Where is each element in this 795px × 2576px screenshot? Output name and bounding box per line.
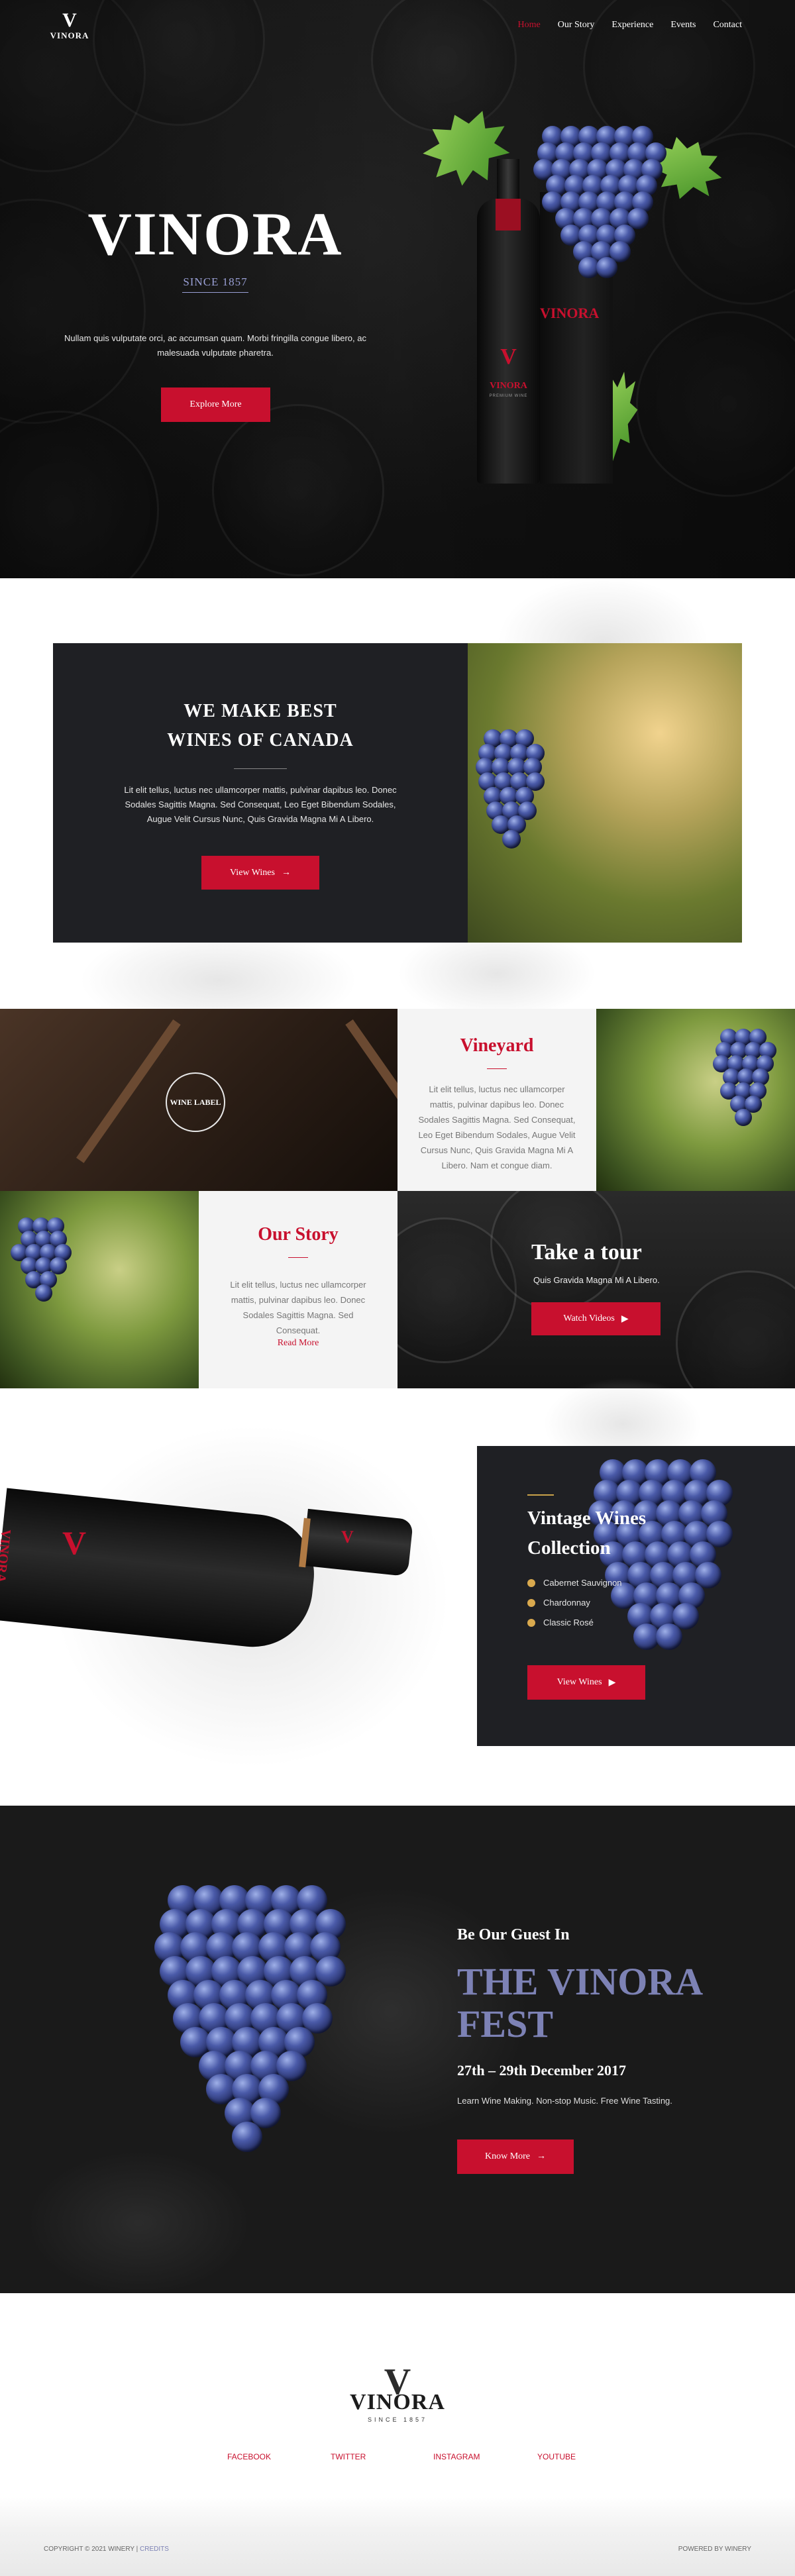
fest-guest-text: Be Our Guest In xyxy=(457,1926,570,1943)
our-story-text: Lit elit tellus, luctus nec ullamcorper … xyxy=(230,1280,366,1335)
view-wines-button[interactable]: View Wines → xyxy=(201,856,319,890)
social-link-twitter[interactable]: TWITTER xyxy=(331,2452,366,2461)
vintage-bottle-mark: V xyxy=(62,1524,87,1561)
play-icon: ▶ xyxy=(608,1677,616,1688)
powered-by-text: POWERED BY WINERY xyxy=(678,2546,751,2553)
our-story-title: Our Story xyxy=(258,1224,339,1245)
vineyard-divider xyxy=(487,1068,507,1069)
read-more-link[interactable]: Read More xyxy=(199,1338,398,1349)
play-icon: ▶ xyxy=(621,1314,629,1324)
vineyard-text: Lit elit tellus, luctus nec ullamcorper … xyxy=(418,1084,576,1170)
vineyard-title: Vineyard xyxy=(460,1035,534,1056)
vineyard-panel: Vineyard Lit elit tellus, luctus nec ull… xyxy=(398,1009,596,1191)
fest-description: Learn Wine Making. Non-stop Music. Free … xyxy=(457,2096,672,2106)
vintage-neck-mark: V xyxy=(341,1527,354,1547)
hero-title: VINORA xyxy=(87,200,343,268)
bottle-foil xyxy=(496,199,521,231)
brand-logo[interactable]: V VINORA xyxy=(46,11,93,41)
grape-vine-photo xyxy=(0,1191,199,1388)
our-story-panel: Our Story Lit elit tellus, luctus nec ul… xyxy=(199,1191,398,1388)
take-a-tour-title: Take a tour xyxy=(531,1240,642,1264)
bullet-icon xyxy=(527,1598,535,1607)
credits-link[interactable]: CREDITS xyxy=(140,2546,169,2553)
our-story-divider xyxy=(288,1257,308,1258)
nav-item-our-story[interactable]: Our Story xyxy=(558,20,595,30)
vintage-view-wines-button[interactable]: View Wines ▶ xyxy=(527,1665,645,1700)
hero-since: SINCE 1857 xyxy=(183,276,248,288)
grape-decor xyxy=(34,1284,52,1302)
footer-logo-wordmark: VINORA xyxy=(350,2390,445,2414)
bottle-label-caption: PREMIUM WINE xyxy=(489,394,528,398)
grape-decor xyxy=(734,1108,752,1126)
bottle-label-name: VINORA xyxy=(490,381,527,391)
logo-mark: V xyxy=(62,9,77,31)
social-link-instagram[interactable]: INSTAGRAM xyxy=(433,2452,480,2461)
nav-item-events[interactable]: Events xyxy=(670,20,696,30)
best-wines-title: WE MAKE BEST WINES OF CANADA xyxy=(167,701,354,750)
explore-more-button[interactable]: Explore More xyxy=(161,387,270,422)
fest-title: THE VINORA FEST xyxy=(457,1960,704,2045)
vintage-divider xyxy=(527,1494,554,1496)
bullet-icon xyxy=(527,1578,535,1587)
best-wines-divider xyxy=(234,768,287,769)
social-link-facebook[interactable]: FACEBOOK xyxy=(227,2452,271,2461)
hero-section: V VINORA Home Our Story Experience Event… xyxy=(0,0,795,578)
vintage-title: Vintage Wines Collection xyxy=(527,1508,647,1559)
main-nav: Home Our Story Experience Events Contact xyxy=(518,20,742,30)
nav-item-home[interactable]: Home xyxy=(518,20,541,30)
take-a-tour-panel: Take a tour Quis Gravida Magna Mi A Libe… xyxy=(398,1191,795,1388)
fest-date: 27th – 29th December 2017 xyxy=(457,2062,626,2079)
vintage-item: Cabernet Sauvignon xyxy=(527,1578,622,1588)
hero-description: Nullam quis vulputate orci, ac accumsan … xyxy=(64,333,366,358)
nav-item-contact[interactable]: Contact xyxy=(713,20,742,30)
grape-decor xyxy=(232,2121,263,2152)
wine-bottle xyxy=(477,199,540,484)
vineyard-photo xyxy=(596,1009,795,1191)
vintage-item: Classic Rosé xyxy=(527,1618,594,1627)
know-more-button[interactable]: Know More → xyxy=(457,2139,574,2174)
nav-item-experience[interactable]: Experience xyxy=(611,20,653,30)
vintage-item: Chardonnay xyxy=(527,1598,590,1608)
wine-cellar-photo: WINE LABEL xyxy=(0,1009,398,1191)
footer-bottom-bar xyxy=(0,2497,795,2576)
grape-decor xyxy=(656,1623,682,1650)
take-a-tour-text: Quis Gravida Magna Mi A Libero. xyxy=(533,1275,660,1285)
vineyard-grapes-photo xyxy=(468,643,742,943)
wine-label-badge: WINE LABEL xyxy=(166,1072,225,1132)
vinora-fest-section xyxy=(0,1806,795,2293)
box-label: VINORA xyxy=(540,305,600,321)
logo-wordmark: VINORA xyxy=(50,30,89,40)
best-wines-description: Lit elit tellus, luctus nec ullamcorper … xyxy=(124,785,397,824)
arrow-right-icon: → xyxy=(537,2151,547,2161)
watch-videos-button[interactable]: Watch Videos ▶ xyxy=(531,1302,661,1335)
vintage-collection-panel xyxy=(477,1446,795,1746)
hero-since-underline xyxy=(182,292,248,293)
bottle-label-mark: V xyxy=(500,344,517,369)
bullet-icon xyxy=(527,1618,535,1627)
footer-since: SINCE 1857 xyxy=(367,2416,428,2423)
arrow-right-icon: → xyxy=(281,867,291,878)
copyright-text: COPYRIGHT © 2021 WINERY | CREDITS xyxy=(44,2546,169,2553)
grape-decor xyxy=(502,829,521,849)
social-link-youtube[interactable]: YOUTUBE xyxy=(537,2452,576,2461)
